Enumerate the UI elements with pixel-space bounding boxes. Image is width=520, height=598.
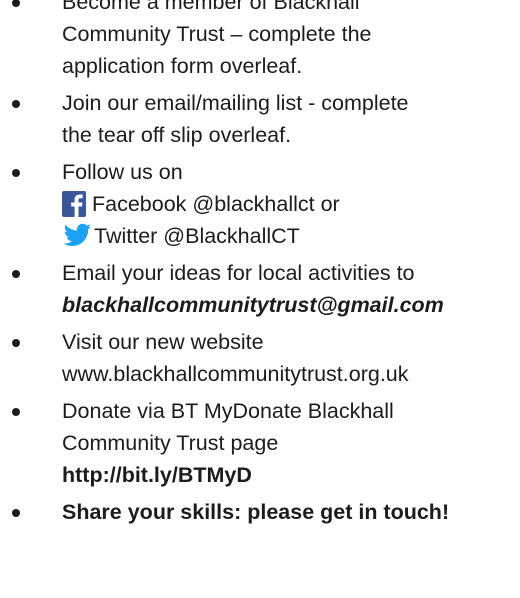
list-item-follow-us: Follow us on Facebook @blackhallct or Tw… — [0, 156, 520, 252]
bullet-icon — [12, 270, 20, 278]
facebook-link[interactable]: Facebook @blackhallct or — [62, 188, 520, 220]
facebook-handle-text: Facebook @blackhallct or — [92, 192, 340, 216]
item-text-line: Join our email/mailing list - complete — [62, 91, 409, 115]
email-address-link[interactable]: blackhallcommunitytrust@gmail.com — [62, 289, 520, 321]
bullet-icon — [12, 339, 20, 347]
twitter-handle-text: Twitter @BlackhallCT — [94, 224, 300, 248]
item-text-line: Community Trust page — [62, 431, 279, 455]
twitter-link[interactable]: Twitter @BlackhallCT — [62, 220, 520, 252]
bullet-icon — [12, 509, 20, 517]
website-link[interactable]: www.blackhallcommunitytrust.org.uk — [62, 358, 520, 390]
item-text-line: Community Trust – complete the — [62, 22, 372, 46]
item-text-line: Visit our new website — [62, 330, 264, 354]
twitter-icon — [62, 223, 92, 249]
item-text-line: Become a member of Blackhall — [62, 0, 360, 14]
list-item-email-ideas: Email your ideas for local activities to… — [0, 257, 520, 321]
bullet-icon — [12, 169, 20, 177]
item-text-line: Email your ideas for local activities to — [62, 261, 415, 285]
item-text-line: application form overleaf. — [62, 54, 303, 78]
list-item-share-skills: Share your skills: please get in touch! — [0, 496, 520, 528]
item-text-line: Donate via BT MyDonate Blackhall — [62, 399, 394, 423]
share-skills-text: Share your skills: please get in touch! — [62, 500, 450, 524]
bullet-icon — [12, 100, 20, 108]
follow-intro-text: Follow us on — [62, 160, 183, 184]
list-item-website: Visit our new website www.blackhallcommu… — [0, 326, 520, 390]
donate-link[interactable]: http://bit.ly/BTMyD — [62, 459, 520, 491]
list-item-mailing-list: Join our email/mailing list - complete t… — [0, 87, 520, 151]
bullet-icon — [12, 0, 20, 7]
list-item-donate: Donate via BT MyDonate Blackhall Communi… — [0, 395, 520, 491]
list-item-membership: Become a member of Blackhall Community T… — [0, 0, 520, 82]
item-text-line: the tear off slip overleaf. — [62, 123, 292, 147]
bullet-icon — [12, 408, 20, 416]
facebook-icon — [62, 191, 86, 217]
ways-to-help-list: Become a member of Blackhall Community T… — [0, 0, 520, 533]
